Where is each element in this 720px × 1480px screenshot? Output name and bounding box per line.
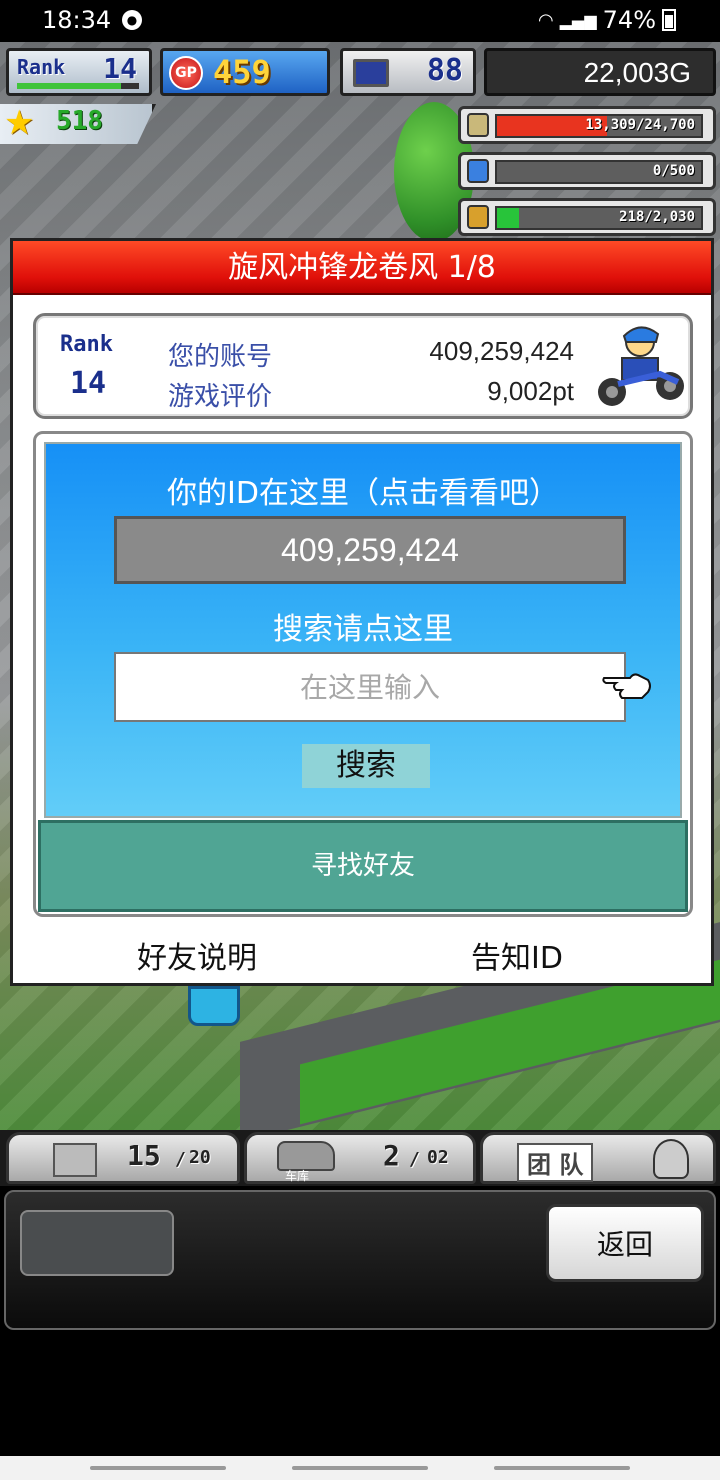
parts-count: 15 — [127, 1139, 161, 1172]
notify-id-link[interactable]: 告知ID — [471, 933, 563, 977]
garage-max: 02 — [427, 1147, 449, 1168]
star-icon: ★ — [4, 103, 35, 143]
computer-icon — [353, 59, 389, 87]
parts-max: 20 — [189, 1147, 211, 1168]
search-title: 搜索请点这里 — [273, 612, 453, 647]
status-bar: 18:34 ● ◠ ▂▄▆ 74% — [0, 0, 720, 42]
nav-recent[interactable] — [90, 1466, 226, 1470]
resource-wheat: 218/2,030 — [458, 198, 716, 236]
back-button[interactable]: 返回 — [546, 1204, 704, 1282]
search-button[interactable]: 搜索 — [302, 744, 430, 788]
tab-parts[interactable]: 15 / 20 — [6, 1132, 240, 1184]
account-value: 409,259,424 — [429, 336, 574, 366]
gp-icon: GP — [169, 56, 203, 90]
resource-text: 218/2,030 — [619, 209, 695, 225]
rank-progress-bar — [17, 83, 139, 89]
friend-help-link[interactable]: 好友说明 — [137, 933, 257, 977]
find-friend-button[interactable]: 寻找好友 — [38, 820, 688, 912]
coins-icon — [467, 113, 489, 137]
search-input[interactable] — [114, 652, 626, 722]
money-value: 22,003G — [583, 57, 691, 88]
top-hud: Rank 14 GP 459 88 22,003G — [0, 44, 720, 100]
resource-fill — [497, 208, 520, 228]
character-icon — [653, 1139, 689, 1179]
gp-value: 459 — [213, 53, 271, 91]
status-right: ◠ ▂▄▆ 74% — [538, 6, 676, 34]
tab-team[interactable]: 团 队 — [480, 1132, 716, 1184]
dialog-footer: 好友说明 告知ID — [13, 933, 711, 977]
rank-value: 14 — [103, 52, 137, 85]
account-card: Rank 14 您的账号 409,259,424 游戏评价 9,002pt — [33, 313, 693, 419]
resource-bottle: 0/500 — [458, 152, 716, 190]
your-id-title: 你的ID在这里（点击看看吧） — [167, 476, 559, 511]
nav-back[interactable] — [494, 1466, 630, 1470]
account-rank-label: Rank — [60, 332, 113, 357]
star-value: 518 — [56, 106, 103, 136]
id-panel: 你的ID在这里（点击看看吧） 409,259,424 搜索请点这里 搜索 寻找好… — [33, 431, 693, 917]
fountain-icon — [188, 986, 240, 1026]
status-time: 18:34 — [42, 6, 112, 34]
resource-bar: 218/2,030 — [495, 206, 703, 230]
nav-home[interactable] — [292, 1466, 428, 1470]
garage-count: 2 — [383, 1139, 400, 1172]
rating-label: 游戏评价 — [168, 382, 273, 412]
box-icon — [53, 1143, 97, 1177]
resource-bar: 13,309/24,700 — [495, 114, 703, 138]
signal-icon: ▂▄▆ — [559, 10, 597, 30]
notification-icon: ● — [122, 10, 142, 30]
gp-counter[interactable]: GP 459 — [160, 48, 330, 96]
battery-icon — [662, 9, 676, 31]
dialog-title: 旋风冲锋龙卷风 1/8 — [13, 241, 711, 295]
avatar — [598, 326, 684, 406]
player-rank-badge[interactable]: Rank 14 — [6, 48, 152, 96]
bottle-icon — [467, 159, 489, 183]
account-rank-value: 14 — [70, 366, 107, 401]
rank-label: Rank — [17, 55, 66, 79]
empty-slot — [20, 1210, 174, 1276]
bottom-panel: 返回 — [4, 1190, 716, 1330]
resource-text: 13,309/24,700 — [585, 117, 695, 133]
wifi-icon: ◠ — [538, 9, 554, 31]
rating-value: 9,002pt — [487, 376, 574, 406]
resource-bar: 0/500 — [495, 160, 703, 184]
id-search-area: 你的ID在这里（点击看看吧） 409,259,424 搜索请点这里 搜索 — [44, 442, 682, 818]
computer-counter[interactable]: 88 — [340, 48, 476, 96]
team-label: 团 队 — [517, 1143, 594, 1182]
system-nav-bar — [0, 1456, 720, 1480]
money-display: 22,003G — [484, 48, 716, 96]
your-id-display[interactable]: 409,259,424 — [114, 516, 626, 584]
star-counter: ★ 518 — [0, 104, 156, 144]
bottom-tab-bar: 15 / 20 车库 2 / 02 团 队 — [0, 1130, 720, 1186]
garage-label: 车库 — [285, 1169, 310, 1183]
account-label: 您的账号 — [168, 342, 273, 372]
friend-dialog: 旋风冲锋龙卷风 1/8 Rank 14 您的账号 409,259,424 游戏评… — [10, 238, 714, 986]
battery-percent: 74% — [602, 6, 656, 34]
resource-text: 0/500 — [652, 163, 695, 179]
computer-value: 88 — [426, 53, 463, 88]
resource-coins: 13,309/24,700 — [458, 106, 716, 144]
pointing-hand-icon — [602, 673, 651, 699]
tab-garage[interactable]: 车库 2 / 02 — [244, 1132, 476, 1184]
wheat-icon — [467, 205, 489, 229]
